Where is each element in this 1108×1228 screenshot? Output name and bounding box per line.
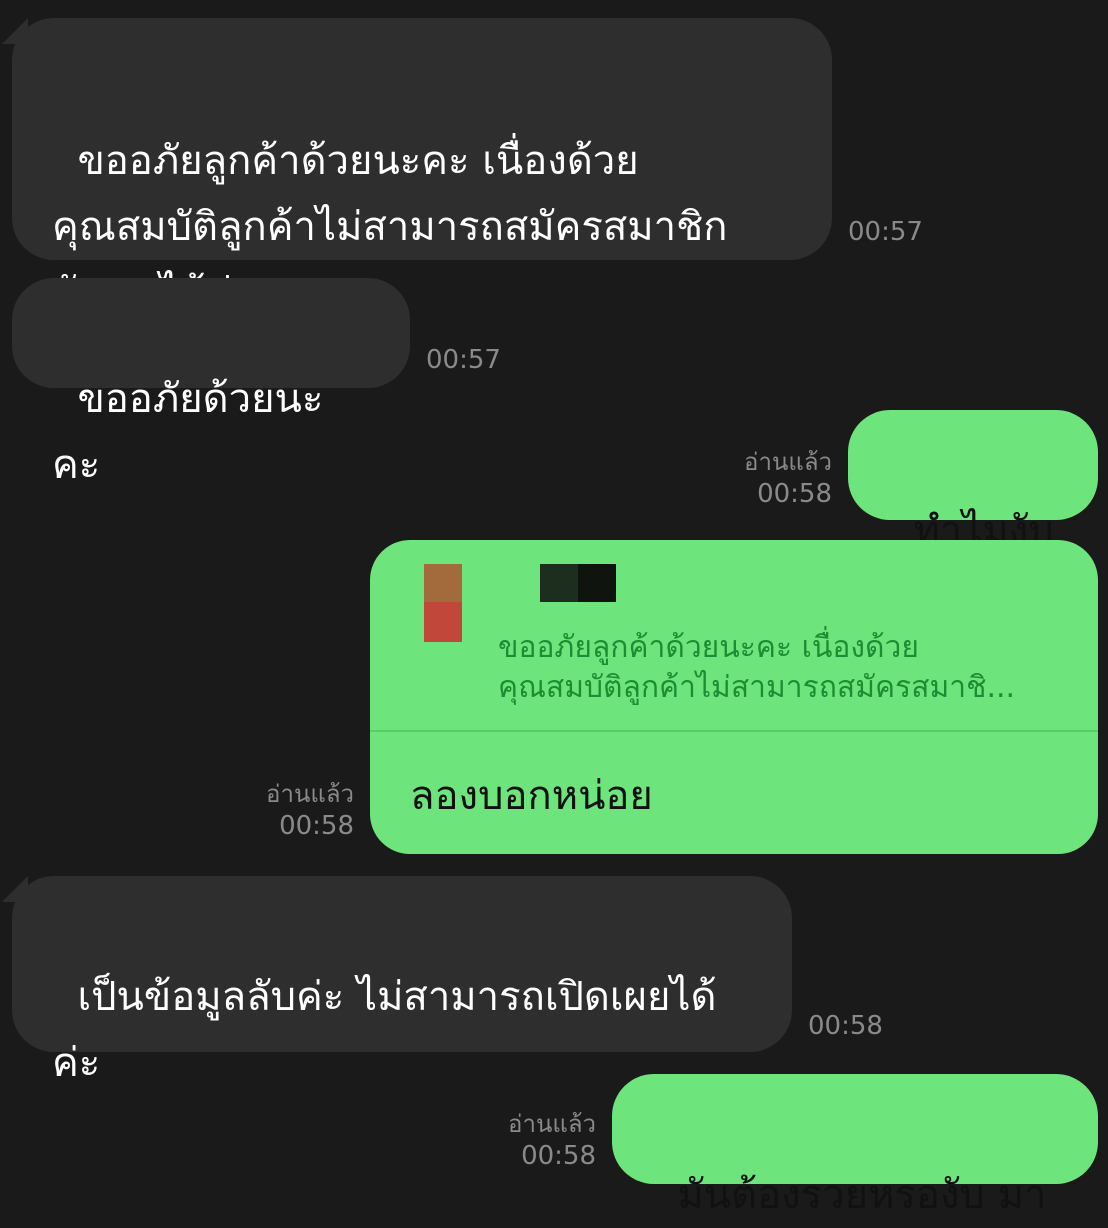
outgoing-message-bubble[interactable]: มันต้องรวยหรองับ มา (612, 1074, 1098, 1218)
message-time: 00:57 (426, 345, 501, 375)
message-time: 00:58 (757, 479, 832, 509)
message-time: 00:58 (521, 1141, 596, 1171)
message-text: ลองบอกหน่อย (410, 773, 653, 819)
incoming-message-bubble[interactable]: เป็นข้อมูลลับค่ะ ไม่สามารถเปิดเผยได้ ค่ะ (12, 876, 792, 1086)
quoted-sender-name-2 (578, 564, 616, 602)
incoming-message-bubble[interactable]: ขออภัยด้วยนะคะ (12, 278, 410, 488)
read-receipt: อ่านแล้ว (266, 780, 354, 808)
outgoing-message-bubble[interactable]: ทำไมงับ (848, 410, 1098, 554)
reply-message-bubble[interactable]: ขออภัยลูกค้าด้วยนะคะ เนื่องด้วย คุณสมบัต… (370, 540, 1098, 854)
quoted-avatar (424, 564, 462, 602)
quoted-sender-name (540, 564, 578, 602)
message-text: เป็นข้อมูลลับค่ะ ไม่สามารถเปิดเผยได้ ค่ะ (52, 974, 717, 1086)
reply-divider (370, 730, 1098, 732)
read-receipt: อ่านแล้ว (508, 1110, 596, 1138)
incoming-message-bubble[interactable]: ขออภัยลูกค้าด้วยนะคะ เนื่องด้วย คุณสมบัต… (12, 18, 832, 316)
message-time: 00:58 (808, 1011, 883, 1041)
quoted-message-preview[interactable]: ขออภัยลูกค้าด้วยนะคะ เนื่องด้วย คุณสมบัต… (498, 628, 1068, 708)
message-text: มันต้องรวยหรองับ มา (677, 1172, 1047, 1218)
quoted-avatar-lower (424, 602, 462, 642)
message-time: 00:58 (279, 811, 354, 841)
read-receipt: อ่านแล้ว (744, 448, 832, 476)
message-time: 00:57 (848, 217, 923, 247)
message-text: ขออภัยด้วยนะคะ (52, 376, 324, 488)
